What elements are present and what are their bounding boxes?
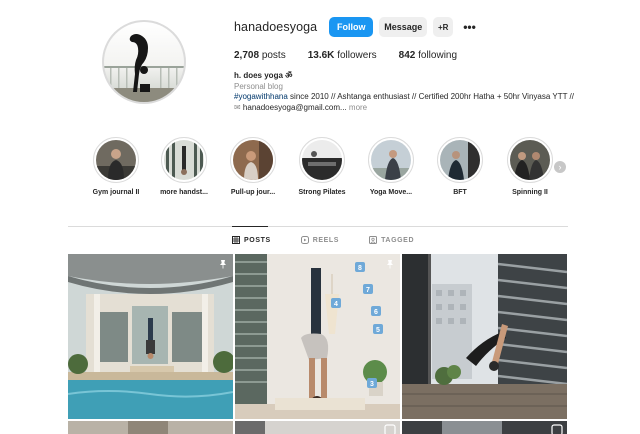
svg-text:6: 6 [374, 309, 378, 316]
pinned-icon [220, 260, 226, 269]
highlight-item[interactable]: Gym journal II [88, 137, 144, 196]
highlight-item[interactable]: BFT [432, 137, 488, 196]
highlight-label: Strong Pilates [298, 189, 346, 196]
svg-text:4: 4 [334, 301, 338, 308]
reels-icon [300, 236, 309, 244]
more-options-icon[interactable]: ••• [463, 20, 476, 34]
story-highlights: Gym journal II more handst... Pull-up jo… [88, 137, 578, 199]
following-label: following [418, 50, 458, 61]
post-thumbnail[interactable]: 8 7 6 5 4 3 [235, 254, 400, 419]
following-stat[interactable]: 842 following [399, 50, 457, 61]
tagged-icon [369, 236, 378, 244]
svg-text:7: 7 [366, 287, 370, 294]
bio-more-link[interactable]: more [349, 103, 367, 112]
handstand-photo-icon [164, 140, 204, 180]
followers-stat[interactable]: 13.6K followers [308, 50, 377, 61]
post-thumbnail[interactable] [402, 254, 567, 419]
highlight-item[interactable]: Pull-up jour... [225, 137, 281, 196]
pullup-photo-icon [233, 140, 273, 180]
svg-text:3: 3 [370, 381, 374, 388]
tab-reels[interactable]: REELS [300, 236, 340, 244]
bio-hashtag-link[interactable]: #yogawithhana [234, 92, 288, 101]
pilates-photo-icon [302, 140, 342, 180]
tab-posts[interactable]: POSTS [232, 236, 271, 244]
tab-reels-label: REELS [312, 236, 340, 244]
profile-top-row: hanadoesyoga Follow Message +R ••• [234, 16, 476, 38]
followers-count: 13.6K [307, 50, 335, 61]
svg-text:5: 5 [376, 327, 380, 334]
tab-tagged[interactable]: TAGGED [369, 236, 414, 244]
posts-label: posts [261, 50, 286, 61]
tab-tagged-label: TAGGED [381, 236, 415, 244]
post-thumbnail[interactable] [402, 421, 567, 434]
svg-text:8: 8 [358, 265, 362, 272]
highlight-label: BFT [453, 189, 467, 196]
following-count: 842 [398, 50, 416, 61]
bio-line-1: #yogawithhana since 2010 // Ashtanga ent… [234, 92, 574, 103]
yoga-photo-icon [371, 140, 411, 180]
profile-avatar [104, 22, 184, 102]
message-button[interactable]: Message [379, 17, 428, 37]
tab-posts-label: POSTS [244, 236, 271, 244]
highlight-label: Spinning II [512, 189, 548, 196]
profile-username: hanadoesyoga [234, 20, 318, 34]
email-icon: ✉ [234, 102, 241, 112]
profile-display-name: h. does yoga ॐ [234, 71, 293, 80]
followers-label: followers [337, 50, 377, 61]
tab-divider [68, 226, 568, 227]
highlight-item[interactable]: more handst... [156, 137, 212, 196]
highlight-label: Pull-up jour... [230, 189, 276, 196]
pinned-icon [387, 260, 393, 269]
profile-stats: 2,708 posts 13.6K followers 842 followin… [234, 50, 479, 61]
post-thumbnail[interactable] [235, 421, 400, 434]
profile-avatar-ring[interactable] [102, 20, 186, 104]
tab-active-indicator [232, 226, 268, 227]
follow-button[interactable]: Follow [329, 17, 374, 37]
profile-tabs: POSTS REELS TAGGED [232, 236, 444, 244]
highlight-item[interactable]: Spinning II [502, 137, 558, 196]
highlight-label: Yoga Move... [369, 189, 413, 196]
post-thumbnail[interactable] [68, 254, 233, 419]
grid-icon [232, 236, 240, 244]
bft-photo-icon [440, 140, 480, 180]
bio-email-text: hanadoesyoga@gmail.com... [240, 102, 347, 112]
bio-line-2: ✉ hanadoesyoga@gmail.com... more [234, 103, 574, 114]
suggested-accounts-button[interactable]: +R [433, 17, 454, 37]
profile-category: Personal blog [234, 81, 283, 91]
highlight-item[interactable]: Yoga Move... [363, 137, 419, 196]
bio-line-1-text: since 2010 // Ashtanga enthusiast // Cer… [287, 92, 575, 101]
highlight-label: more handst... [160, 189, 208, 196]
chevron-right-icon[interactable]: › [554, 161, 566, 173]
spinning-photo-icon [510, 140, 550, 180]
highlight-label: Gym journal II [92, 189, 140, 196]
profile-bio: h. does yoga ॐ Personal blog #yogawithha… [234, 71, 574, 113]
posts-stat: 2,708 posts [234, 50, 286, 61]
posts-count: 2,708 [234, 50, 260, 61]
highlight-item[interactable]: Strong Pilates [294, 137, 350, 196]
gym-photo-icon [96, 140, 136, 180]
post-thumbnail[interactable] [68, 421, 233, 434]
